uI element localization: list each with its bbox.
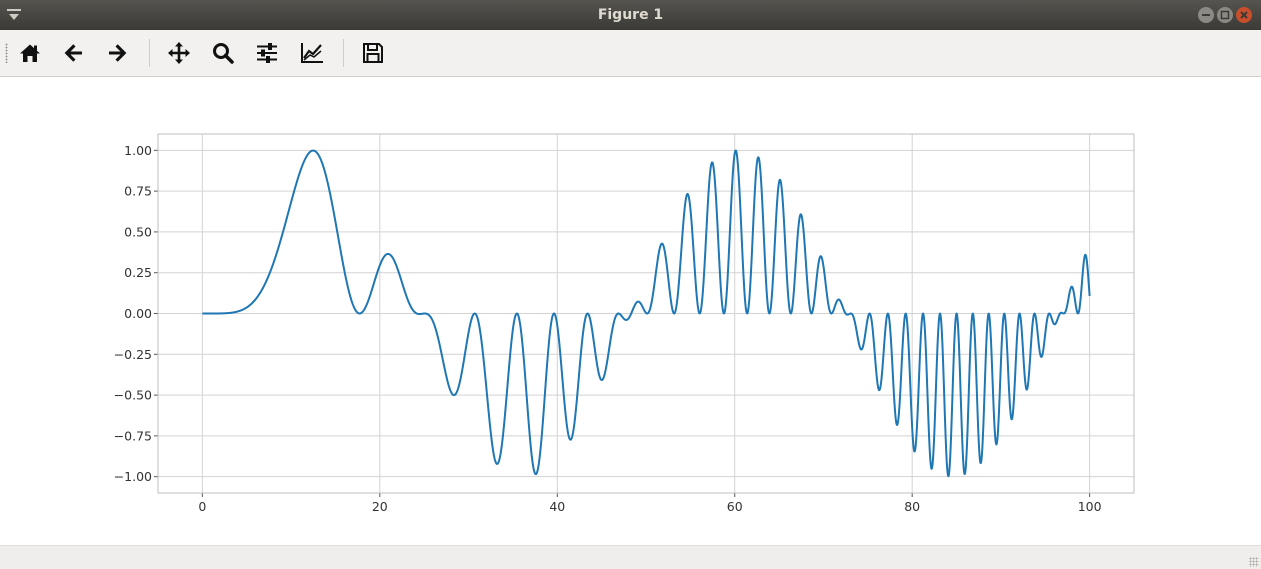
forward-button[interactable] [102, 38, 132, 68]
x-tick-label: 80 [904, 499, 920, 514]
subplots-button[interactable] [252, 38, 282, 68]
arrow-right-icon [109, 44, 127, 62]
x-axis: 0 20 40 60 80 100 [198, 493, 1102, 514]
move-icon [168, 42, 190, 64]
status-bar [0, 545, 1261, 569]
y-tick-label: 0.25 [124, 265, 152, 280]
save-icon [363, 43, 383, 63]
arrow-left-icon [64, 44, 82, 62]
x-tick-label: 40 [549, 499, 565, 514]
toolbar-separator [343, 39, 344, 67]
minimize-button[interactable] [1198, 7, 1214, 23]
y-tick-label: 0.75 [124, 184, 152, 199]
back-button[interactable] [59, 38, 89, 68]
close-button[interactable] [1236, 7, 1252, 23]
navigation-toolbar [0, 30, 1261, 77]
sliders-icon [257, 43, 277, 63]
y-tick-label: −1.00 [114, 469, 152, 484]
toolbar-separator [149, 39, 150, 67]
x-tick-label: 20 [372, 499, 388, 514]
figure-canvas[interactable]: 1.00 0.75 0.50 0.25 0.00 −0.25 −0.50 −0.75 −1.00… [1, 77, 1259, 544]
y-tick-label: −0.25 [114, 347, 152, 362]
zoom-icon [213, 43, 234, 64]
home-icon [20, 44, 40, 62]
window-titlebar[interactable]: Figure 1 [0, 0, 1261, 30]
y-tick-label: −0.75 [114, 428, 152, 443]
x-tick-label: 0 [198, 499, 206, 514]
y-tick-label: 0.00 [124, 306, 152, 321]
y-tick-label: 1.00 [124, 143, 152, 158]
x-tick-label: 100 [1078, 499, 1102, 514]
resize-grip[interactable] [1249, 557, 1259, 567]
axes-edit-button[interactable] [297, 38, 327, 68]
save-button[interactable] [358, 38, 388, 68]
line-chart: 1.00 0.75 0.50 0.25 0.00 −0.25 −0.50 −0.75 −1.00… [114, 133, 1135, 514]
x-tick-label: 60 [727, 499, 743, 514]
y-tick-label: −0.50 [114, 388, 152, 403]
axes-edit-icon [301, 43, 323, 63]
y-tick-label: 0.50 [124, 224, 152, 239]
y-axis: 1.00 0.75 0.50 0.25 0.00 −0.25 −0.50 −0.75 −1.00 [114, 143, 158, 484]
window-title: Figure 1 [597, 7, 664, 23]
toolbar-grip[interactable] [5, 43, 8, 63]
zoom-button[interactable] [208, 38, 238, 68]
home-button[interactable] [15, 38, 45, 68]
pan-button[interactable] [164, 38, 194, 68]
maximize-button[interactable] [1217, 7, 1233, 23]
